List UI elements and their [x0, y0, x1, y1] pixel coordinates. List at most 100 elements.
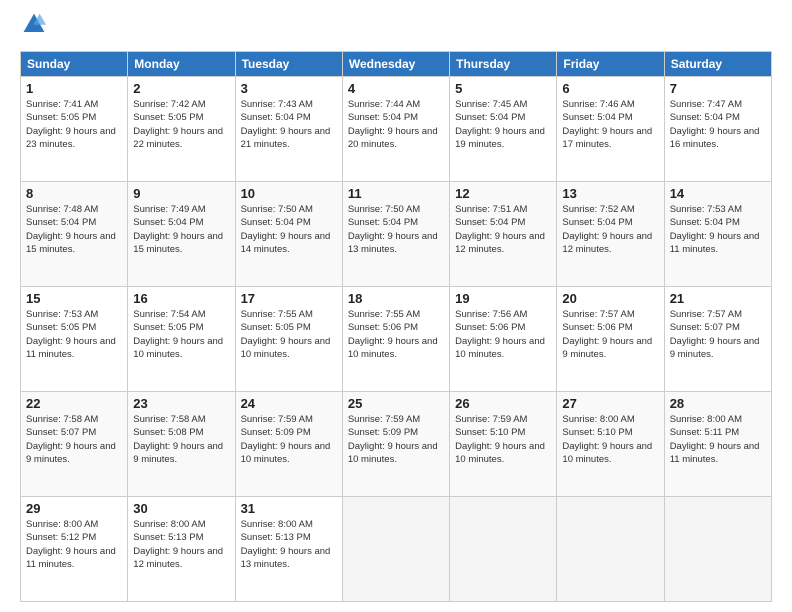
day-info: Sunrise: 8:00 AMSunset: 5:12 PMDaylight:…	[26, 518, 122, 571]
day-number: 9	[133, 186, 229, 201]
day-number: 19	[455, 291, 551, 306]
column-header-thursday: Thursday	[450, 52, 557, 77]
day-info: Sunrise: 7:58 AMSunset: 5:07 PMDaylight:…	[26, 413, 122, 466]
day-number: 18	[348, 291, 444, 306]
calendar-cell: 4 Sunrise: 7:44 AMSunset: 5:04 PMDayligh…	[342, 77, 449, 182]
day-info: Sunrise: 7:57 AMSunset: 5:06 PMDaylight:…	[562, 308, 658, 361]
day-number: 12	[455, 186, 551, 201]
day-info: Sunrise: 7:50 AMSunset: 5:04 PMDaylight:…	[241, 203, 337, 256]
day-number: 5	[455, 81, 551, 96]
day-info: Sunrise: 7:59 AMSunset: 5:09 PMDaylight:…	[348, 413, 444, 466]
day-number: 10	[241, 186, 337, 201]
calendar-cell: 24 Sunrise: 7:59 AMSunset: 5:09 PMDaylig…	[235, 392, 342, 497]
day-number: 24	[241, 396, 337, 411]
day-info: Sunrise: 7:44 AMSunset: 5:04 PMDaylight:…	[348, 98, 444, 151]
day-info: Sunrise: 7:43 AMSunset: 5:04 PMDaylight:…	[241, 98, 337, 151]
calendar-cell: 17 Sunrise: 7:55 AMSunset: 5:05 PMDaylig…	[235, 287, 342, 392]
column-header-wednesday: Wednesday	[342, 52, 449, 77]
calendar-cell: 12 Sunrise: 7:51 AMSunset: 5:04 PMDaylig…	[450, 182, 557, 287]
day-number: 26	[455, 396, 551, 411]
day-info: Sunrise: 7:55 AMSunset: 5:06 PMDaylight:…	[348, 308, 444, 361]
calendar-cell: 5 Sunrise: 7:45 AMSunset: 5:04 PMDayligh…	[450, 77, 557, 182]
calendar-cell: 31 Sunrise: 8:00 AMSunset: 5:13 PMDaylig…	[235, 497, 342, 602]
day-number: 15	[26, 291, 122, 306]
day-info: Sunrise: 8:00 AMSunset: 5:13 PMDaylight:…	[133, 518, 229, 571]
calendar-cell: 25 Sunrise: 7:59 AMSunset: 5:09 PMDaylig…	[342, 392, 449, 497]
column-header-friday: Friday	[557, 52, 664, 77]
day-number: 7	[670, 81, 766, 96]
day-number: 22	[26, 396, 122, 411]
day-number: 28	[670, 396, 766, 411]
calendar-week-5: 29 Sunrise: 8:00 AMSunset: 5:12 PMDaylig…	[21, 497, 772, 602]
day-info: Sunrise: 7:49 AMSunset: 5:04 PMDaylight:…	[133, 203, 229, 256]
day-number: 30	[133, 501, 229, 516]
day-info: Sunrise: 7:53 AMSunset: 5:04 PMDaylight:…	[670, 203, 766, 256]
calendar-cell: 15 Sunrise: 7:53 AMSunset: 5:05 PMDaylig…	[21, 287, 128, 392]
calendar-cell: 6 Sunrise: 7:46 AMSunset: 5:04 PMDayligh…	[557, 77, 664, 182]
calendar-cell: 20 Sunrise: 7:57 AMSunset: 5:06 PMDaylig…	[557, 287, 664, 392]
calendar-cell: 23 Sunrise: 7:58 AMSunset: 5:08 PMDaylig…	[128, 392, 235, 497]
calendar-header-row: SundayMondayTuesdayWednesdayThursdayFrid…	[21, 52, 772, 77]
day-info: Sunrise: 7:50 AMSunset: 5:04 PMDaylight:…	[348, 203, 444, 256]
column-header-sunday: Sunday	[21, 52, 128, 77]
day-info: Sunrise: 7:53 AMSunset: 5:05 PMDaylight:…	[26, 308, 122, 361]
calendar-cell: 9 Sunrise: 7:49 AMSunset: 5:04 PMDayligh…	[128, 182, 235, 287]
calendar-body: 1 Sunrise: 7:41 AMSunset: 5:05 PMDayligh…	[21, 77, 772, 602]
calendar-week-3: 15 Sunrise: 7:53 AMSunset: 5:05 PMDaylig…	[21, 287, 772, 392]
day-info: Sunrise: 7:48 AMSunset: 5:04 PMDaylight:…	[26, 203, 122, 256]
calendar-cell: 7 Sunrise: 7:47 AMSunset: 5:04 PMDayligh…	[664, 77, 771, 182]
logo	[20, 16, 46, 41]
day-number: 11	[348, 186, 444, 201]
day-info: Sunrise: 7:47 AMSunset: 5:04 PMDaylight:…	[670, 98, 766, 151]
day-number: 25	[348, 396, 444, 411]
day-info: Sunrise: 7:52 AMSunset: 5:04 PMDaylight:…	[562, 203, 658, 256]
day-info: Sunrise: 7:57 AMSunset: 5:07 PMDaylight:…	[670, 308, 766, 361]
calendar-cell: 30 Sunrise: 8:00 AMSunset: 5:13 PMDaylig…	[128, 497, 235, 602]
calendar-cell: 2 Sunrise: 7:42 AMSunset: 5:05 PMDayligh…	[128, 77, 235, 182]
calendar-cell: 1 Sunrise: 7:41 AMSunset: 5:05 PMDayligh…	[21, 77, 128, 182]
day-number: 13	[562, 186, 658, 201]
day-info: Sunrise: 7:45 AMSunset: 5:04 PMDaylight:…	[455, 98, 551, 151]
calendar-cell: 8 Sunrise: 7:48 AMSunset: 5:04 PMDayligh…	[21, 182, 128, 287]
day-info: Sunrise: 7:46 AMSunset: 5:04 PMDaylight:…	[562, 98, 658, 151]
day-info: Sunrise: 7:56 AMSunset: 5:06 PMDaylight:…	[455, 308, 551, 361]
calendar-table: SundayMondayTuesdayWednesdayThursdayFrid…	[20, 51, 772, 602]
day-info: Sunrise: 7:58 AMSunset: 5:08 PMDaylight:…	[133, 413, 229, 466]
column-header-monday: Monday	[128, 52, 235, 77]
day-info: Sunrise: 8:00 AMSunset: 5:13 PMDaylight:…	[241, 518, 337, 571]
calendar-cell: 3 Sunrise: 7:43 AMSunset: 5:04 PMDayligh…	[235, 77, 342, 182]
calendar-cell: 29 Sunrise: 8:00 AMSunset: 5:12 PMDaylig…	[21, 497, 128, 602]
calendar-cell	[557, 497, 664, 602]
calendar-cell: 27 Sunrise: 8:00 AMSunset: 5:10 PMDaylig…	[557, 392, 664, 497]
day-number: 21	[670, 291, 766, 306]
calendar-cell: 11 Sunrise: 7:50 AMSunset: 5:04 PMDaylig…	[342, 182, 449, 287]
calendar-cell: 19 Sunrise: 7:56 AMSunset: 5:06 PMDaylig…	[450, 287, 557, 392]
calendar-cell	[664, 497, 771, 602]
calendar-cell	[342, 497, 449, 602]
calendar-cell: 16 Sunrise: 7:54 AMSunset: 5:05 PMDaylig…	[128, 287, 235, 392]
day-info: Sunrise: 7:59 AMSunset: 5:10 PMDaylight:…	[455, 413, 551, 466]
calendar-week-4: 22 Sunrise: 7:58 AMSunset: 5:07 PMDaylig…	[21, 392, 772, 497]
day-info: Sunrise: 7:54 AMSunset: 5:05 PMDaylight:…	[133, 308, 229, 361]
calendar-cell: 28 Sunrise: 8:00 AMSunset: 5:11 PMDaylig…	[664, 392, 771, 497]
day-info: Sunrise: 7:51 AMSunset: 5:04 PMDaylight:…	[455, 203, 551, 256]
day-number: 16	[133, 291, 229, 306]
day-number: 29	[26, 501, 122, 516]
day-info: Sunrise: 8:00 AMSunset: 5:11 PMDaylight:…	[670, 413, 766, 466]
day-info: Sunrise: 7:55 AMSunset: 5:05 PMDaylight:…	[241, 308, 337, 361]
calendar-cell: 10 Sunrise: 7:50 AMSunset: 5:04 PMDaylig…	[235, 182, 342, 287]
calendar-cell: 13 Sunrise: 7:52 AMSunset: 5:04 PMDaylig…	[557, 182, 664, 287]
day-number: 3	[241, 81, 337, 96]
day-number: 4	[348, 81, 444, 96]
day-info: Sunrise: 8:00 AMSunset: 5:10 PMDaylight:…	[562, 413, 658, 466]
day-number: 8	[26, 186, 122, 201]
calendar-page: SundayMondayTuesdayWednesdayThursdayFrid…	[0, 0, 792, 612]
day-number: 20	[562, 291, 658, 306]
day-number: 27	[562, 396, 658, 411]
column-header-tuesday: Tuesday	[235, 52, 342, 77]
calendar-cell	[450, 497, 557, 602]
day-number: 31	[241, 501, 337, 516]
day-info: Sunrise: 7:59 AMSunset: 5:09 PMDaylight:…	[241, 413, 337, 466]
day-number: 23	[133, 396, 229, 411]
calendar-cell: 22 Sunrise: 7:58 AMSunset: 5:07 PMDaylig…	[21, 392, 128, 497]
